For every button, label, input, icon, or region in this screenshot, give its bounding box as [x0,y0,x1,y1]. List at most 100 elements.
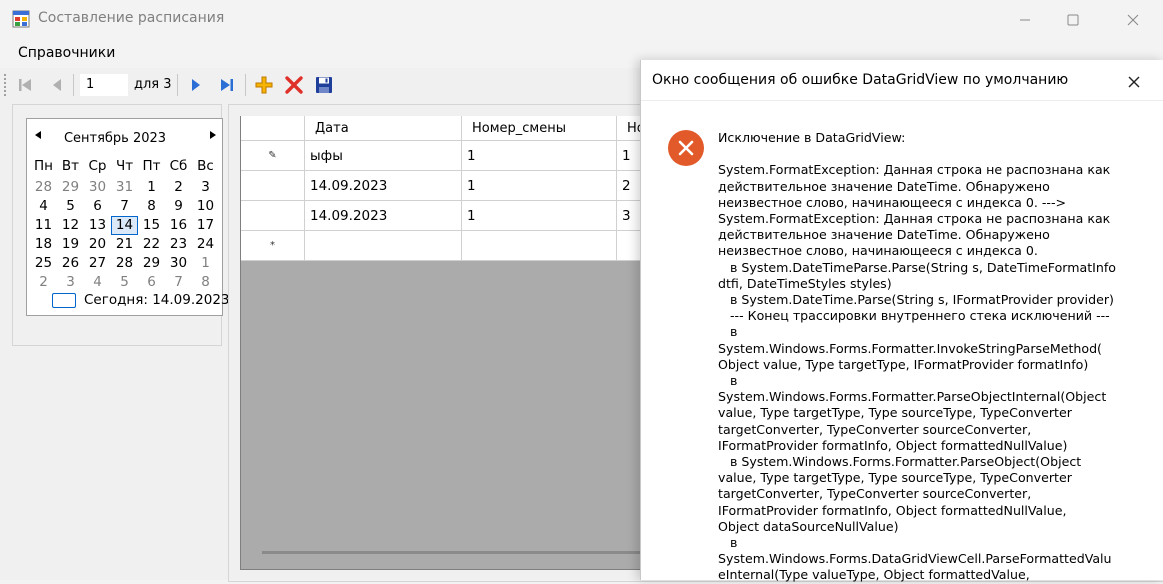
calendar-day[interactable]: 7 [165,273,192,292]
move-first-button[interactable] [13,73,37,97]
delete-icon [285,76,303,94]
calendar-day[interactable]: 9 [165,197,192,216]
grid-cell-date[interactable]: 14.09.2023 [305,201,462,231]
new-row-star-icon: * [270,240,275,251]
move-last-button[interactable] [215,73,239,97]
calendar-day[interactable]: 16 [165,216,192,235]
calendar-day[interactable]: 24 [192,235,219,254]
calendar-today-link[interactable]: Сегодня: 14.09.2023 [84,292,230,308]
toolbar-grip[interactable] [4,74,9,96]
calendar-month-title[interactable]: Сентябрь 2023 [50,131,180,146]
add-icon [255,76,273,94]
calendar-day[interactable]: 30 [84,178,111,197]
minimize-button[interactable] [1002,0,1048,40]
today-marker-icon [52,293,76,308]
move-last-icon [221,79,233,91]
delete-button[interactable] [282,73,306,97]
calendar-day[interactable]: 13 [84,216,111,235]
close-icon [1128,76,1140,88]
calendar-day[interactable]: 2 [30,273,57,292]
calendar-week-row: 18 19 20 21 22 23 24 [30,235,220,254]
grid-cell-new-truncated[interactable] [617,231,640,261]
grid-cell-truncated[interactable]: 2 [617,171,640,201]
calendar-day[interactable]: 17 [192,216,219,235]
calendar-day[interactable]: 15 [138,216,165,235]
calendar-day[interactable]: 2 [165,178,192,197]
calendar-day[interactable]: 25 [30,254,57,273]
column-header-date[interactable]: Дата [305,116,462,141]
grid-cell-shift[interactable]: 1 [462,201,617,231]
move-next-button[interactable] [184,73,208,97]
calendar-day[interactable]: 12 [57,216,84,235]
calendar-week-row: 2 3 4 5 6 7 8 [30,273,220,292]
grid-corner-header[interactable] [241,116,305,141]
calendar-day-selected[interactable]: 14 [111,216,138,235]
row-header-editing[interactable]: ✎ [241,141,305,171]
move-previous-button[interactable] [45,73,69,97]
calendar-day[interactable]: 6 [138,273,165,292]
weekday-label: Сб [169,158,188,174]
minimize-icon [1020,19,1030,21]
calendar-day[interactable]: 19 [57,235,84,254]
calendar-day[interactable]: 30 [165,254,192,273]
calendar-day[interactable]: 5 [111,273,138,292]
calendar-day[interactable]: 28 [30,178,57,197]
calendar-day[interactable]: 6 [84,197,111,216]
move-previous-icon [53,79,61,91]
toolbar-separator [245,74,246,96]
grid-cell-date[interactable]: 14.09.2023 [305,171,462,201]
calendar-day[interactable]: 26 [57,254,84,273]
calendar-day[interactable]: 29 [138,254,165,273]
grid-cell-truncated[interactable]: 1 [617,141,640,171]
maximize-button[interactable] [1050,0,1096,40]
calendar-next-month-button[interactable] [209,130,217,143]
row-header[interactable] [241,201,305,231]
save-icon [316,77,332,93]
calendar-day[interactable]: 7 [111,197,138,216]
calendar-day[interactable]: 1 [192,254,219,273]
calendar-day[interactable]: 22 [138,235,165,254]
calendar-day[interactable]: 1 [138,178,165,197]
move-first-icon [19,79,31,91]
calendar-day[interactable]: 20 [84,235,111,254]
calendar-day[interactable]: 8 [192,273,219,292]
row-header[interactable] [241,171,305,201]
row-header-new-row[interactable]: * [241,231,305,261]
grid-cell-shift[interactable]: 1 [462,141,617,171]
grid-cell-new-date[interactable] [305,231,462,261]
calendar-day[interactable]: 21 [111,235,138,254]
grid-cell-new-shift[interactable] [462,231,617,261]
menu-item-directories[interactable]: Справочники [18,45,115,61]
calendar-day[interactable]: 5 [57,197,84,216]
weekday-label: Пн [34,158,53,174]
calendar-day[interactable]: 4 [84,273,111,292]
calendar-day[interactable]: 3 [192,178,219,197]
calendar-day[interactable]: 28 [111,254,138,273]
add-new-button[interactable] [252,73,276,97]
calendar-day[interactable]: 4 [30,197,57,216]
grid-cell-date[interactable]: ыфы [305,141,462,171]
calendar-prev-month-button[interactable] [34,130,42,143]
calendar-day[interactable]: 10 [192,197,219,216]
calendar-day[interactable]: 23 [165,235,192,254]
calendar-day[interactable]: 11 [30,216,57,235]
column-header-shift-number[interactable]: Номер_смены [462,116,617,141]
move-next-icon [192,79,200,91]
calendar-day[interactable]: 3 [57,273,84,292]
triangle-left-icon [35,131,41,139]
position-input[interactable] [80,74,128,96]
app-icon [12,10,30,28]
grid-cell-shift[interactable]: 1 [462,171,617,201]
error-dialog-close-button[interactable] [1122,70,1146,94]
calendar-day[interactable]: 18 [30,235,57,254]
close-button[interactable] [1110,0,1156,40]
horizontal-scrollbar[interactable] [262,551,640,554]
calendar-day[interactable]: 27 [84,254,111,273]
grid-cell-truncated[interactable]: 3 [617,201,640,231]
calendar-day[interactable]: 8 [138,197,165,216]
column-header-truncated[interactable]: Но [617,116,640,141]
calendar-day[interactable]: 31 [111,178,138,197]
save-button[interactable] [312,73,336,97]
calendar-week-row: 25 26 27 28 29 30 1 [30,254,220,273]
calendar-day[interactable]: 29 [57,178,84,197]
